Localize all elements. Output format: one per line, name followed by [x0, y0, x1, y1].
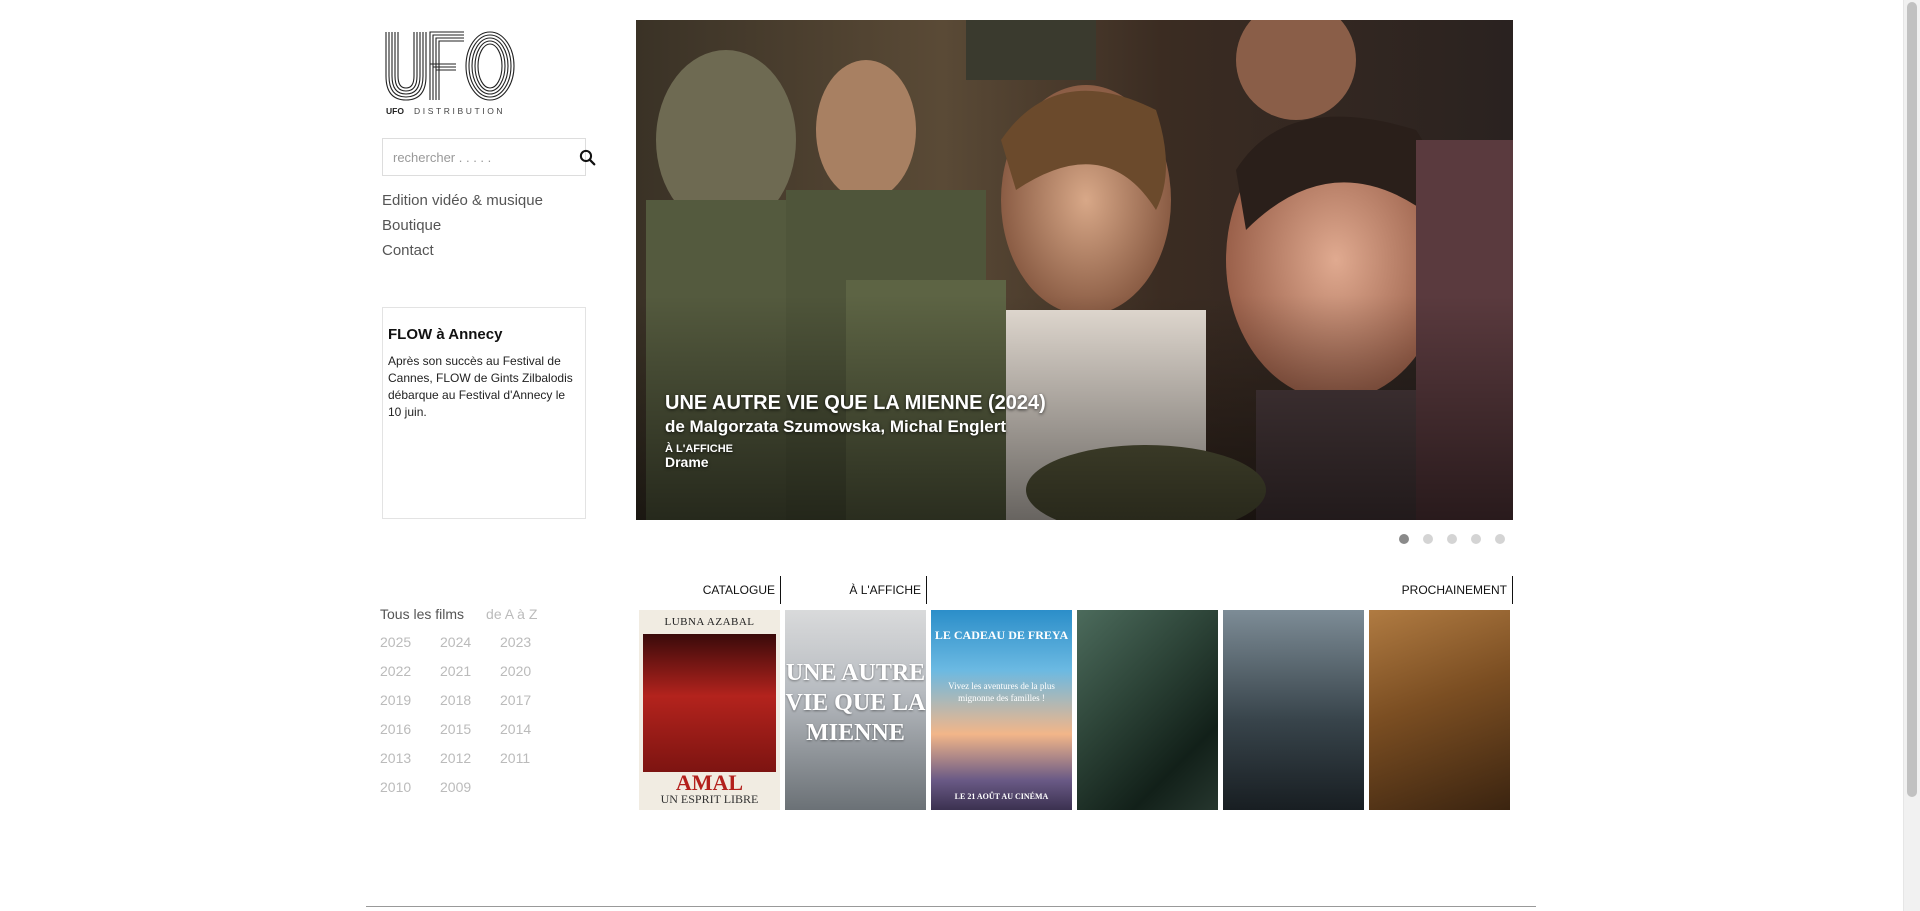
footer-divider [366, 906, 1536, 907]
poster-amal[interactable]: LUBNA AZABAL AMAL UN ESPRIT LIBRE [639, 610, 780, 810]
poster-row: LUBNA AZABAL AMAL UN ESPRIT LIBRE UNE AU… [639, 610, 1510, 810]
poster-amal-actor: LUBNA AZABAL [664, 616, 755, 628]
poster-flow[interactable] [1223, 610, 1364, 810]
filter-a-to-z[interactable]: de A à Z [486, 606, 537, 622]
poster-amal-scene [643, 634, 776, 772]
slider-dots [1399, 534, 1505, 544]
news-title: FLOW à Annecy [388, 326, 503, 343]
poster-cadeau-de-freya[interactable]: LE CADEAU DE FREYA Vivez les aventures d… [931, 610, 1072, 810]
slider-dot-2[interactable] [1423, 534, 1433, 544]
year-link-2009[interactable]: 2009 [440, 777, 500, 797]
year-link-2024[interactable]: 2024 [440, 632, 500, 652]
page: UFO DISTRIBUTION Edition vidéo & musique… [0, 0, 1920, 911]
year-filter-list: 2025 2024 2023 2022 2021 2020 2019 2018 … [380, 632, 580, 797]
logo-sub-bold: UFO [386, 106, 404, 116]
nav-item-contact[interactable]: Contact [382, 238, 543, 263]
hero-genre: Drame [665, 454, 709, 470]
search-box [382, 138, 596, 176]
year-link-2018[interactable]: 2018 [440, 690, 500, 710]
poster-amal-subtitle: UN ESPRIT LIBRE [660, 792, 759, 806]
year-link-2010[interactable]: 2010 [380, 777, 440, 797]
scrollbar-thumb[interactable] [1907, 2, 1917, 797]
poster-freya-tagline: Vivez les aventures de la plus mignonne … [948, 681, 1055, 703]
nav-item-boutique[interactable]: Boutique [382, 213, 543, 238]
filter-head: Tous les films de A à Z [380, 606, 580, 622]
year-link-2014[interactable]: 2014 [500, 719, 560, 739]
tab-catalogue[interactable]: CATALOGUE [636, 576, 781, 604]
page-scrollbar[interactable] [1903, 0, 1920, 911]
slider-dot-3[interactable] [1447, 534, 1457, 544]
year-link-2015[interactable]: 2015 [440, 719, 500, 739]
year-link-2022[interactable]: 2022 [380, 661, 440, 681]
hero-slider[interactable]: UNE AUTRE VIE QUE LA MIENNE (2024) de Ma… [636, 20, 1513, 520]
year-link-2013[interactable]: 2013 [380, 748, 440, 768]
hero-director: de Malgorzata Szumowska, Michal Englert [665, 417, 1007, 436]
filter-all-films[interactable]: Tous les films [380, 606, 464, 622]
year-link-2021[interactable]: 2021 [440, 661, 500, 681]
slider-dot-5[interactable] [1495, 534, 1505, 544]
poster-film-4[interactable] [1077, 610, 1218, 810]
year-link-2019[interactable]: 2019 [380, 690, 440, 710]
film-filters: Tous les films de A à Z 2025 2024 2023 2… [380, 606, 580, 797]
search-icon [579, 149, 596, 165]
poster-freya-title: LE CADEAU DE FREYA [934, 628, 1069, 642]
tab-a-l-affiche[interactable]: À L'AFFICHE [782, 576, 927, 604]
nav-item-edition-video-musique[interactable]: Edition vidéo & musique [382, 188, 543, 213]
logo-sub: DISTRIBUTION [414, 106, 505, 116]
tab-prochainement[interactable]: PROCHAINEMENT [1368, 576, 1513, 604]
poster-freya-date: LE 21 AOÛT AU CINÉMA [954, 792, 1049, 801]
year-link-2016[interactable]: 2016 [380, 719, 440, 739]
ufo-logo[interactable]: UFO DISTRIBUTION [384, 30, 516, 116]
year-link-2020[interactable]: 2020 [500, 661, 560, 681]
year-link-2011[interactable]: 2011 [500, 748, 560, 768]
hero-status: À L'AFFICHE [665, 443, 733, 455]
hero-caption: UNE AUTRE VIE QUE LA MIENNE (2024) de Ma… [665, 390, 1046, 469]
film-tabs: CATALOGUE À L'AFFICHE PROCHAINEMENT [636, 576, 1513, 604]
poster-film-6[interactable] [1369, 610, 1510, 810]
year-link-2017[interactable]: 2017 [500, 690, 560, 710]
news-box[interactable]: FLOW à Annecy Après son succès au Festiv… [382, 307, 586, 519]
hero-title[interactable]: UNE AUTRE VIE QUE LA MIENNE (2024) [665, 390, 1046, 416]
search-button[interactable] [579, 139, 596, 175]
main-nav: Edition vidéo & musique Boutique Contact [382, 188, 543, 263]
poster-une-autre-vie-title: UNE AUTRE VIE QUE LA MIENNE [785, 660, 926, 746]
poster-une-autre-vie[interactable]: UNE AUTRE VIE QUE LA MIENNE [785, 610, 926, 810]
year-link-2023[interactable]: 2023 [500, 632, 560, 652]
year-link-2012[interactable]: 2012 [440, 748, 500, 768]
search-input[interactable] [383, 139, 579, 175]
news-text: Après son succès au Festival de Cannes, … [388, 354, 573, 419]
slider-dot-4[interactable] [1471, 534, 1481, 544]
ufo-logo-mark: UFO DISTRIBUTION [385, 31, 515, 116]
year-link-2025[interactable]: 2025 [380, 632, 440, 652]
slider-dot-1[interactable] [1399, 534, 1409, 544]
